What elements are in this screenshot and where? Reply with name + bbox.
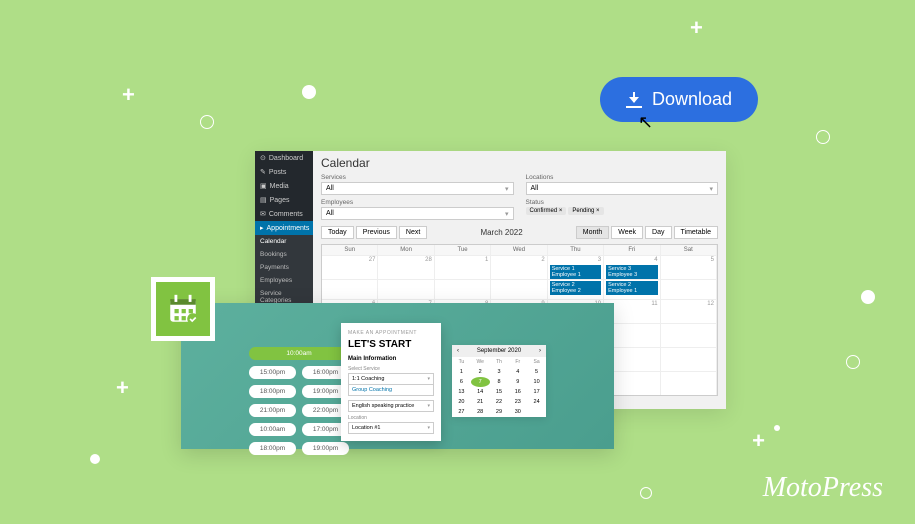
tag-pending[interactable]: Pending × <box>568 207 603 215</box>
mc-day[interactable]: 20 <box>452 397 471 407</box>
mc-day[interactable]: 13 <box>452 387 471 397</box>
mc-day[interactable]: 8 <box>490 377 509 387</box>
btn-today[interactable]: Today <box>321 226 354 239</box>
mc-day[interactable]: 6 <box>452 377 471 387</box>
mc-day[interactable]: 28 <box>471 407 490 417</box>
calendar-badge-icon <box>151 277 215 341</box>
mc-day[interactable]: 24 <box>527 397 546 407</box>
mc-day[interactable]: 29 <box>490 407 509 417</box>
slot[interactable]: 10:00am <box>249 347 349 360</box>
mc-day[interactable]: 10 <box>527 377 546 387</box>
page-title: Calendar <box>321 156 718 170</box>
sb-dashboard[interactable]: ⊙Dashboard <box>255 151 313 165</box>
mc-month[interactable]: September 2020 <box>452 345 546 357</box>
slot[interactable]: 18:00pm <box>249 442 296 455</box>
sb-media[interactable]: ▣Media <box>255 179 313 193</box>
current-month: March 2022 <box>480 228 522 237</box>
mc-day[interactable]: 4 <box>508 367 527 377</box>
mc-day[interactable]: 17 <box>527 387 546 397</box>
service-select[interactable]: 1:1 Coaching <box>348 373 434 385</box>
mc-day[interactable]: 3 <box>490 367 509 377</box>
download-label: Download <box>652 89 732 110</box>
sub-bookings[interactable]: Bookings <box>255 248 313 261</box>
mc-day[interactable]: 15 <box>490 387 509 397</box>
mc-day[interactable]: 14 <box>471 387 490 397</box>
event[interactable]: Service 3Employee 3 <box>606 265 657 279</box>
motopress-logo: MotoPress <box>763 472 883 504</box>
sb-posts[interactable]: ✎Posts <box>255 165 313 179</box>
slot[interactable]: 15:00pm <box>249 366 296 379</box>
mc-day[interactable]: 1 <box>452 367 471 377</box>
location-select[interactable]: Location #1 <box>348 422 434 434</box>
view-week[interactable]: Week <box>611 226 643 239</box>
slot[interactable]: 18:00pm <box>249 385 296 398</box>
locations-select[interactable]: All <box>526 182 719 195</box>
mc-day[interactable]: 7 <box>471 377 490 387</box>
service-option[interactable]: Group Coaching <box>348 385 434 396</box>
sub-employees[interactable]: Employees <box>255 274 313 287</box>
mc-day[interactable]: 5 <box>527 367 546 377</box>
sb-appointments[interactable]: ▸Appointments <box>255 221 313 235</box>
mc-day[interactable]: 21 <box>471 397 490 407</box>
mc-day[interactable]: 22 <box>490 397 509 407</box>
mc-day[interactable]: 16 <box>508 387 527 397</box>
slot[interactable]: 19:00pm <box>302 442 349 455</box>
download-button[interactable]: Download <box>600 77 758 122</box>
time-slots: 10:00am 15:00pm16:00pm 18:00pm19:00pm 21… <box>249 347 349 461</box>
slot[interactable]: 10:00am <box>249 423 296 436</box>
mc-day[interactable]: 30 <box>508 407 527 417</box>
tag-confirmed[interactable]: Confirmed × <box>526 207 567 215</box>
mc-day[interactable]: 23 <box>508 397 527 407</box>
sb-pages[interactable]: ▤Pages <box>255 193 313 207</box>
cursor-icon: ↖ <box>638 112 653 133</box>
booking-modal: MAKE AN APPOINTMENT LET'S START Main Inf… <box>341 323 441 441</box>
mc-day[interactable] <box>527 407 546 417</box>
view-day[interactable]: Day <box>645 226 671 239</box>
sub-calendar[interactable]: Calendar <box>255 235 313 248</box>
mc-day[interactable]: 2 <box>471 367 490 377</box>
event[interactable]: Service 1Employee 1 <box>550 265 601 279</box>
slot[interactable]: 21:00pm <box>249 404 296 417</box>
view-timetable[interactable]: Timetable <box>674 226 718 239</box>
practice-select[interactable]: English speaking practice <box>348 400 434 412</box>
services-select[interactable]: All <box>321 182 514 195</box>
mc-day[interactable]: 9 <box>508 377 527 387</box>
view-month[interactable]: Month <box>576 226 609 239</box>
btn-prev[interactable]: Previous <box>356 226 397 239</box>
mc-day[interactable]: 27 <box>452 407 471 417</box>
event[interactable]: Service 2Employee 1 <box>606 281 657 295</box>
employees-select[interactable]: All <box>321 207 514 220</box>
booking-widget: 10:00am 15:00pm16:00pm 18:00pm19:00pm 21… <box>181 303 614 449</box>
event[interactable]: Service 2Employee 2 <box>550 281 601 295</box>
download-icon <box>626 92 642 108</box>
sb-comments[interactable]: ✉Comments <box>255 207 313 221</box>
sub-payments[interactable]: Payments <box>255 261 313 274</box>
modal-title: LET'S START <box>348 339 434 350</box>
mini-calendar: September 2020 TuWeThFrSa123456789101314… <box>452 345 546 417</box>
btn-next[interactable]: Next <box>399 226 427 239</box>
